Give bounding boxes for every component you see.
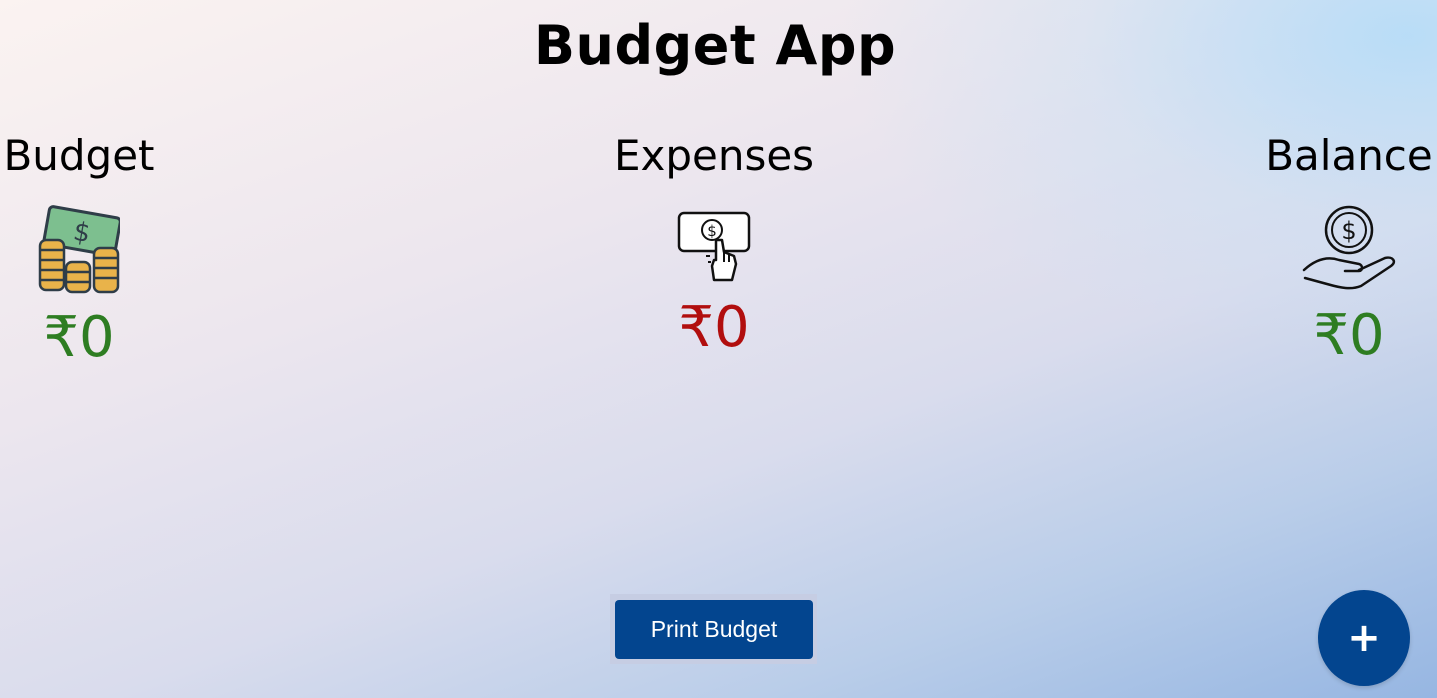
add-button[interactable]: + [1318, 590, 1410, 686]
page-title: Budget App [533, 14, 897, 77]
expenses-label: Expenses [613, 131, 815, 180]
pay-bill-icon: $ [677, 211, 751, 282]
expenses-card: Expenses $ ₹0 [604, 128, 824, 360]
balance-card: Balance $ ₹0 [1239, 128, 1437, 368]
print-budget-button[interactable]: Print Budget [615, 600, 813, 659]
svg-text:$: $ [707, 222, 717, 240]
budget-amount: ₹0 [43, 305, 115, 370]
print-button-wrapper: Print Budget [610, 594, 817, 664]
budget-label: Budget [3, 131, 155, 180]
expenses-amount: ₹0 [678, 295, 750, 360]
balance-amount: ₹0 [1313, 303, 1385, 368]
money-stack-icon: $ [38, 205, 120, 294]
budget-card: Budget $ ₹0 [0, 128, 189, 370]
coin-in-hand-icon: $ [1302, 205, 1396, 290]
balance-label: Balance [1265, 131, 1433, 180]
svg-text:$: $ [1341, 217, 1356, 245]
